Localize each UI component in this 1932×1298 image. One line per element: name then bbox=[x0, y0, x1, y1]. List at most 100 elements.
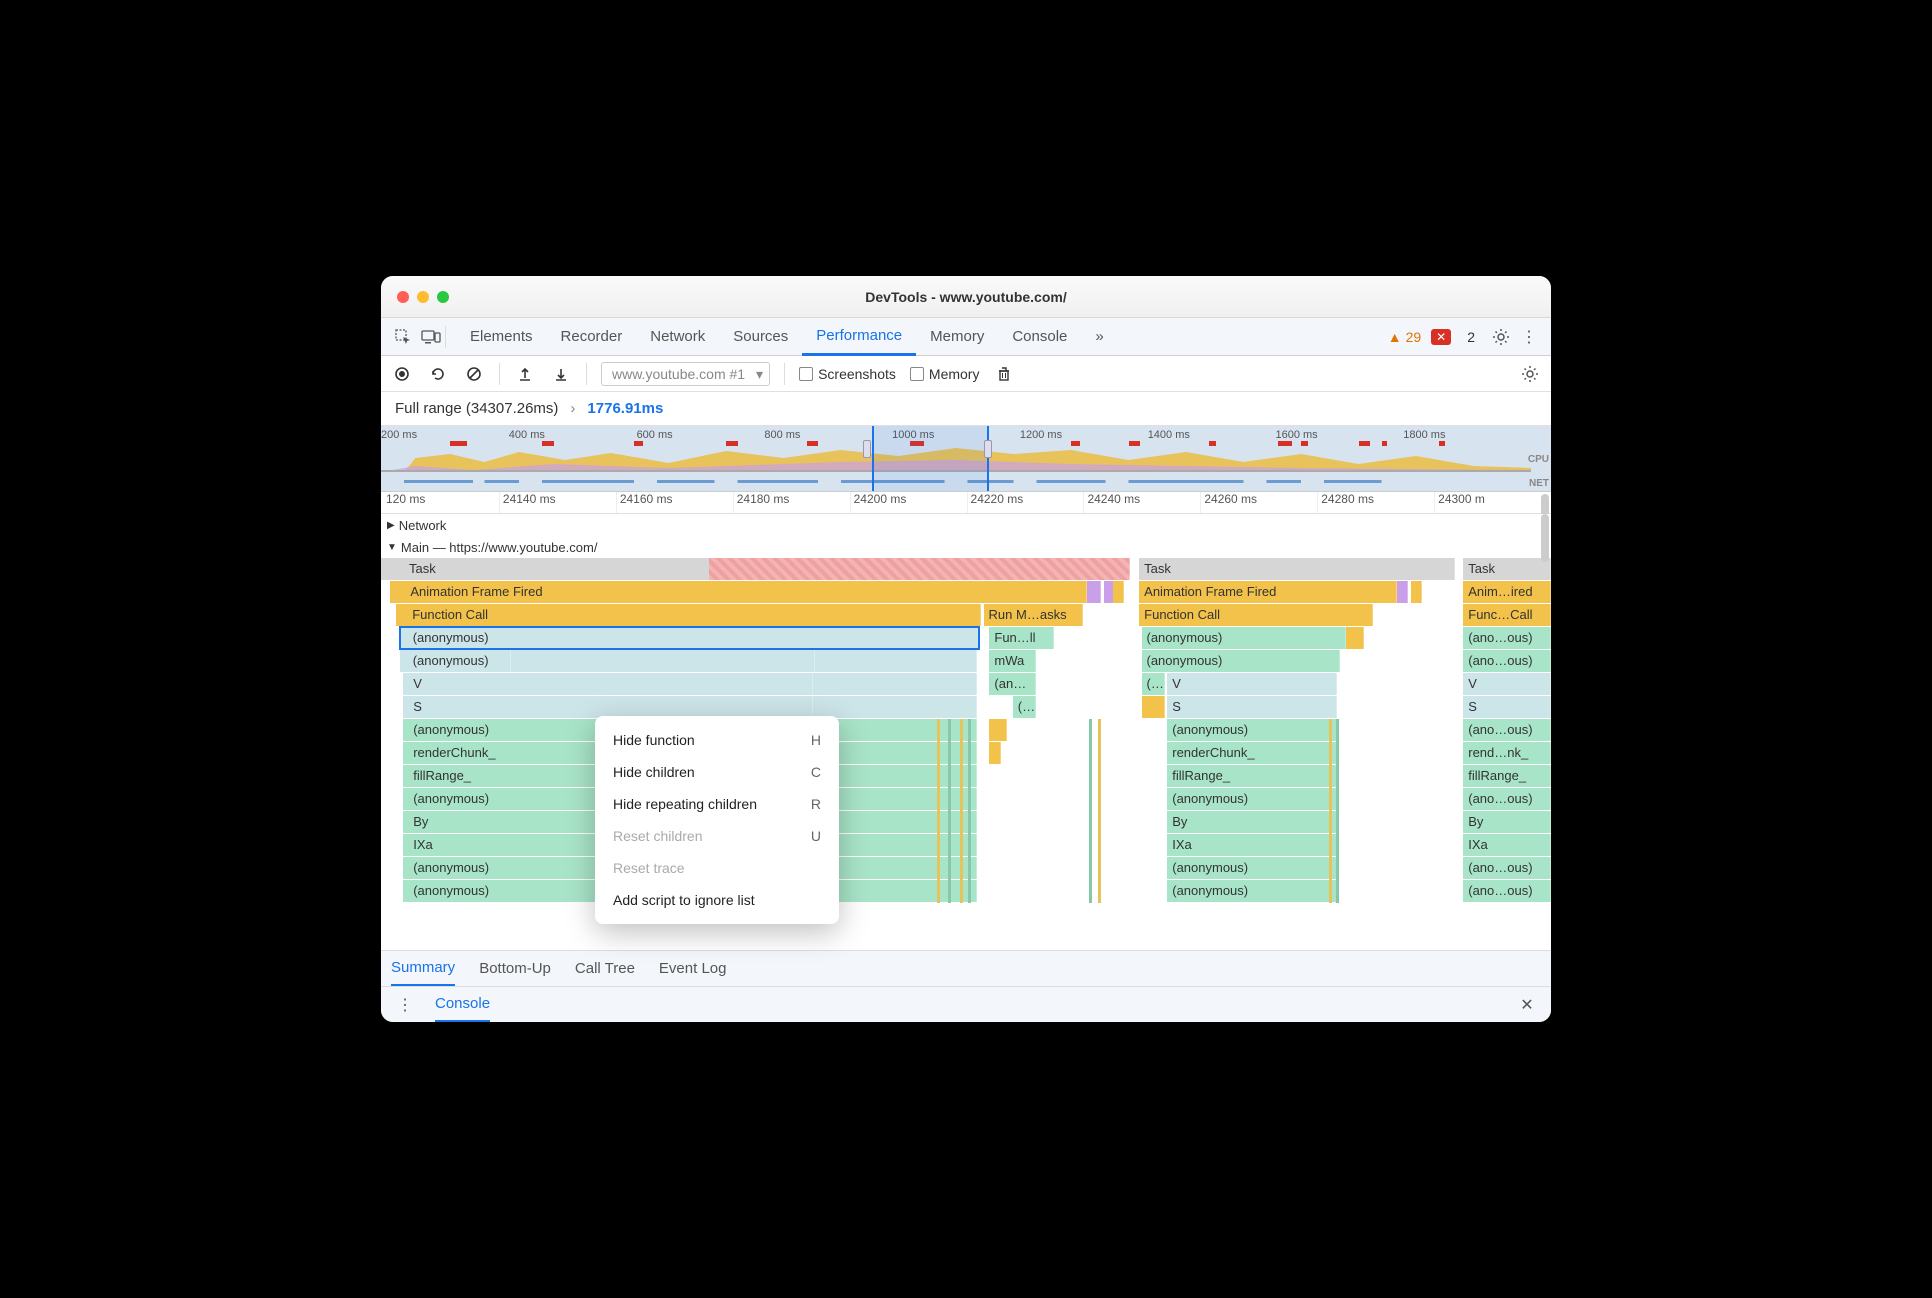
download-button[interactable] bbox=[550, 363, 572, 385]
flame-chart-area[interactable]: ▶Network ▼Main — https://www.youtube.com… bbox=[381, 514, 1551, 950]
flame-entry[interactable]: (ano…ous) bbox=[1463, 650, 1551, 672]
flame-entry[interactable]: Anim…ired bbox=[1463, 581, 1551, 603]
flame-entry[interactable]: (… bbox=[1013, 696, 1036, 718]
flame-entry[interactable] bbox=[813, 696, 977, 718]
collect-garbage-button[interactable] bbox=[993, 363, 1015, 385]
flame-entry[interactable]: (anonymous) bbox=[1142, 627, 1347, 649]
minimize-window-button[interactable] bbox=[417, 291, 429, 303]
more-tabs-icon[interactable]: » bbox=[1081, 318, 1117, 356]
flame-entry[interactable] bbox=[511, 650, 815, 672]
upload-button[interactable] bbox=[514, 363, 536, 385]
screenshots-checkbox[interactable]: Screenshots bbox=[799, 366, 896, 382]
record-button[interactable] bbox=[391, 363, 413, 385]
network-section-header[interactable]: ▶Network bbox=[381, 514, 1551, 536]
flame-entry[interactable]: Fun…ll bbox=[989, 627, 1053, 649]
detail-ruler[interactable]: 120 ms 24140 ms 24160 ms 24180 ms 24200 … bbox=[381, 492, 1551, 514]
flame-entry[interactable] bbox=[1397, 581, 1409, 603]
flame-entry[interactable]: S bbox=[1463, 696, 1551, 718]
flame-entry[interactable]: (ano…ous) bbox=[1463, 857, 1551, 879]
clear-button[interactable] bbox=[463, 363, 485, 385]
inspect-icon[interactable] bbox=[389, 323, 417, 351]
flame-entry[interactable]: (anonymous) bbox=[1142, 650, 1341, 672]
flame-entry[interactable]: Function Call bbox=[396, 604, 981, 626]
tab-performance[interactable]: Performance bbox=[802, 318, 916, 356]
flame-entry-selected[interactable]: (anonymous) bbox=[400, 627, 979, 649]
flame-entry[interactable]: IXa bbox=[1167, 834, 1337, 856]
tab-memory[interactable]: Memory bbox=[916, 318, 998, 356]
errors-badge[interactable]: ✕ 2 bbox=[1431, 329, 1475, 345]
flame-entry[interactable]: Run M…asks bbox=[984, 604, 1083, 626]
flame-entry[interactable] bbox=[813, 673, 977, 695]
memory-checkbox[interactable]: Memory bbox=[910, 366, 980, 382]
tab-call-tree[interactable]: Call Tree bbox=[575, 951, 635, 987]
capture-settings-icon[interactable] bbox=[1519, 363, 1541, 385]
flame-entry[interactable] bbox=[1411, 581, 1422, 603]
flame-entry[interactable]: By bbox=[1463, 811, 1551, 833]
drawer-menu-icon[interactable]: ⋮ bbox=[391, 991, 419, 1019]
flame-entry[interactable]: (anonymous) bbox=[1167, 719, 1337, 741]
flame-entry[interactable]: fillRange_ bbox=[1167, 765, 1337, 787]
flame-scrollbar-thumb[interactable] bbox=[1541, 514, 1549, 562]
warnings-badge[interactable]: ▲ 29 bbox=[1388, 329, 1421, 345]
flame-entry[interactable]: (ano…ous) bbox=[1463, 719, 1551, 741]
tab-sources[interactable]: Sources bbox=[719, 318, 802, 356]
flame-entry[interactable]: IXa bbox=[1463, 834, 1551, 856]
context-menu-hide-children[interactable]: Hide children C bbox=[595, 756, 839, 788]
flame-entry[interactable]: (anonymous) bbox=[400, 650, 511, 672]
flame-entry[interactable]: renderChunk_ bbox=[1167, 742, 1337, 764]
flame-entry[interactable] bbox=[989, 742, 1001, 764]
overview-handle-left[interactable] bbox=[863, 440, 871, 458]
kebab-menu-icon[interactable]: ⋮ bbox=[1515, 323, 1543, 351]
tab-recorder[interactable]: Recorder bbox=[547, 318, 637, 356]
flame-entry[interactable] bbox=[989, 719, 1007, 741]
breadcrumb-full-range[interactable]: Full range (34307.26ms) bbox=[395, 400, 558, 417]
close-window-button[interactable] bbox=[397, 291, 409, 303]
flame-entry[interactable]: Function Call bbox=[1139, 604, 1373, 626]
flame-entry[interactable]: Task bbox=[1463, 558, 1551, 580]
reload-button[interactable] bbox=[427, 363, 449, 385]
console-tab[interactable]: Console bbox=[435, 987, 490, 1023]
timeline-overview[interactable]: 200 ms 400 ms 600 ms 800 ms 1000 ms 1200… bbox=[381, 426, 1551, 492]
flame-entry[interactable]: V bbox=[1463, 673, 1551, 695]
flame-entry[interactable]: (anonymous) bbox=[1167, 857, 1337, 879]
flame-entry[interactable]: fillRange_ bbox=[1463, 765, 1551, 787]
flame-entry[interactable]: By bbox=[1167, 811, 1337, 833]
tab-summary[interactable]: Summary bbox=[391, 951, 455, 987]
flame-entry[interactable] bbox=[1087, 581, 1101, 603]
flame-entry[interactable]: S bbox=[1167, 696, 1337, 718]
flame-entry[interactable]: S bbox=[403, 696, 813, 718]
flame-entry[interactable]: rend…nk_ bbox=[1463, 742, 1551, 764]
recording-select[interactable]: www.youtube.com #1 bbox=[601, 362, 770, 386]
flame-entry[interactable]: Func…Call bbox=[1463, 604, 1551, 626]
flame-entry[interactable] bbox=[1142, 696, 1165, 718]
flame-entry[interactable]: Animation Frame Fired bbox=[390, 581, 1086, 603]
context-menu-hide-repeating[interactable]: Hide repeating children R bbox=[595, 788, 839, 820]
flame-entry[interactable] bbox=[815, 650, 976, 672]
close-drawer-icon[interactable]: ✕ bbox=[1513, 991, 1541, 1019]
flame-entry[interactable]: V bbox=[403, 673, 813, 695]
overview-selection[interactable] bbox=[872, 426, 989, 491]
flame-chart[interactable]: Task Task Task Animation Frame Fired Ani… bbox=[381, 558, 1551, 903]
flame-entry[interactable]: mWa bbox=[989, 650, 1036, 672]
flame-entry[interactable]: (… bbox=[1142, 673, 1165, 695]
tab-console[interactable]: Console bbox=[998, 318, 1081, 356]
settings-icon[interactable] bbox=[1487, 323, 1515, 351]
context-menu-ignore-list[interactable]: Add script to ignore list bbox=[595, 884, 839, 916]
device-toggle-icon[interactable] bbox=[417, 323, 445, 351]
main-section-header[interactable]: ▼Main — https://www.youtube.com/ bbox=[381, 536, 1551, 558]
flame-entry[interactable]: (ano…ous) bbox=[1463, 788, 1551, 810]
tab-event-log[interactable]: Event Log bbox=[659, 951, 727, 987]
maximize-window-button[interactable] bbox=[437, 291, 449, 303]
flame-entry[interactable]: Animation Frame Fired bbox=[1139, 581, 1396, 603]
flame-entry[interactable] bbox=[1113, 581, 1124, 603]
flame-entry[interactable]: (ano…ous) bbox=[1463, 627, 1551, 649]
flame-entry[interactable]: V bbox=[1167, 673, 1337, 695]
flame-entry-long-task[interactable] bbox=[709, 558, 1130, 580]
flame-entry[interactable]: (an…s) bbox=[989, 673, 1036, 695]
context-menu-hide-function[interactable]: Hide function H bbox=[595, 724, 839, 756]
flame-entry[interactable]: Task bbox=[1139, 558, 1455, 580]
overview-handle-right[interactable] bbox=[984, 440, 992, 458]
tab-bottom-up[interactable]: Bottom-Up bbox=[479, 951, 551, 987]
flame-entry[interactable]: (ano…ous) bbox=[1463, 880, 1551, 902]
tab-elements[interactable]: Elements bbox=[456, 318, 547, 356]
